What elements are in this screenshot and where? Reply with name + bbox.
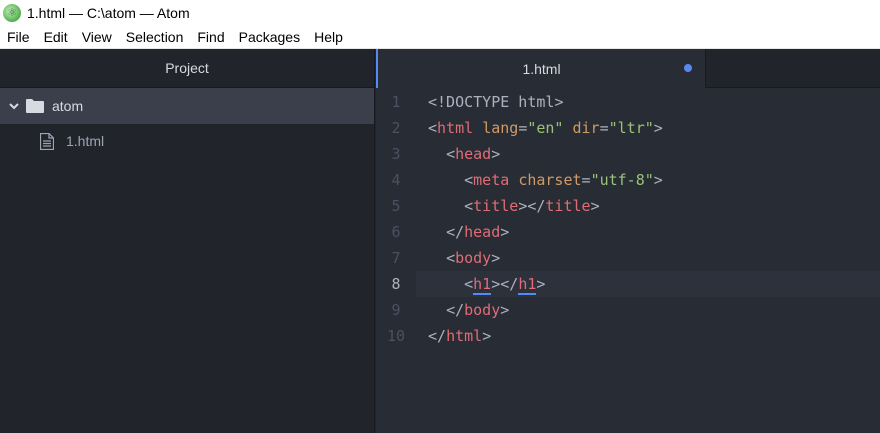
folder-icon: [26, 99, 44, 113]
line-number: 2: [391, 119, 401, 137]
code-line-text: <!DOCTYPE html>: [428, 93, 564, 111]
line-number: 4: [391, 171, 401, 189]
code-line-text: </head>: [446, 223, 510, 241]
code-line[interactable]: 4 <meta charset="utf-8">: [376, 167, 880, 193]
code-line[interactable]: 6 </head>: [376, 219, 880, 245]
code-line-text: </html>: [428, 327, 492, 345]
tab-label: 1.html: [522, 60, 561, 77]
code-line[interactable]: 5 <title></title>: [376, 193, 880, 219]
code-line-text: <head>: [446, 145, 501, 163]
window-title: 1.html — C:\atom — Atom: [27, 4, 190, 21]
code-line[interactable]: 10 </html>: [376, 323, 880, 349]
code-line-text: <body>: [446, 249, 501, 267]
menu-edit[interactable]: Edit: [37, 25, 75, 49]
line-number: 1: [391, 93, 401, 111]
code-line-text: <html lang="en" dir="ltr">: [428, 119, 663, 137]
chevron-down-icon[interactable]: [8, 100, 20, 112]
code-line[interactable]: 1 <!DOCTYPE html>: [376, 89, 880, 115]
code-line[interactable]: 2 <html lang="en" dir="ltr">: [376, 115, 880, 141]
title-bar: ⚛ 1.html — C:\atom — Atom: [0, 0, 880, 25]
tree-root-label: atom: [52, 98, 84, 114]
code-line[interactable]: 7 <body>: [376, 245, 880, 271]
menu-bar: File Edit View Selection Find Packages H…: [0, 25, 880, 49]
project-tree-panel: Project atom 1.html: [0, 49, 375, 433]
line-number: 7: [391, 249, 401, 267]
atom-app-icon: ⚛: [3, 3, 21, 22]
code-line[interactable]: 3 <head>: [376, 141, 880, 167]
menu-view[interactable]: View: [75, 25, 119, 49]
line-number: 6: [391, 223, 401, 241]
line-number: 8: [391, 275, 401, 293]
line-number: 9: [391, 301, 401, 319]
modified-indicator-icon[interactable]: [684, 64, 692, 72]
tree-root-folder[interactable]: atom: [0, 88, 374, 124]
tree-file-item[interactable]: 1.html: [0, 124, 374, 158]
project-panel-header[interactable]: Project: [0, 49, 374, 88]
tree-file-label: 1.html: [66, 133, 105, 149]
tab-bar: 1.html: [376, 49, 880, 88]
code-line-text: <meta charset="utf-8">: [464, 171, 663, 189]
menu-selection[interactable]: Selection: [119, 25, 191, 49]
code-line[interactable]: 9 </body>: [376, 297, 880, 323]
code-line-text: </body>: [446, 301, 510, 319]
code-line-active[interactable]: 8 <h1></h1>: [376, 271, 880, 297]
menu-packages[interactable]: Packages: [232, 25, 307, 49]
line-number: 5: [391, 197, 401, 215]
tab-1-html[interactable]: 1.html: [376, 49, 706, 88]
menu-find[interactable]: Find: [190, 25, 231, 49]
menu-file[interactable]: File: [0, 25, 37, 49]
file-text-icon: [40, 132, 54, 150]
line-number: 10: [386, 327, 406, 345]
code-line-text: <h1></h1>: [416, 271, 880, 297]
editor-pane: 1.html 1 <!DOCTYPE html> 2 <html lang="e…: [376, 49, 880, 433]
line-number: 3: [391, 145, 401, 163]
code-area[interactable]: 1 <!DOCTYPE html> 2 <html lang="en" dir=…: [376, 89, 880, 349]
code-line-text: <title></title>: [464, 197, 600, 215]
menu-help[interactable]: Help: [307, 25, 350, 49]
